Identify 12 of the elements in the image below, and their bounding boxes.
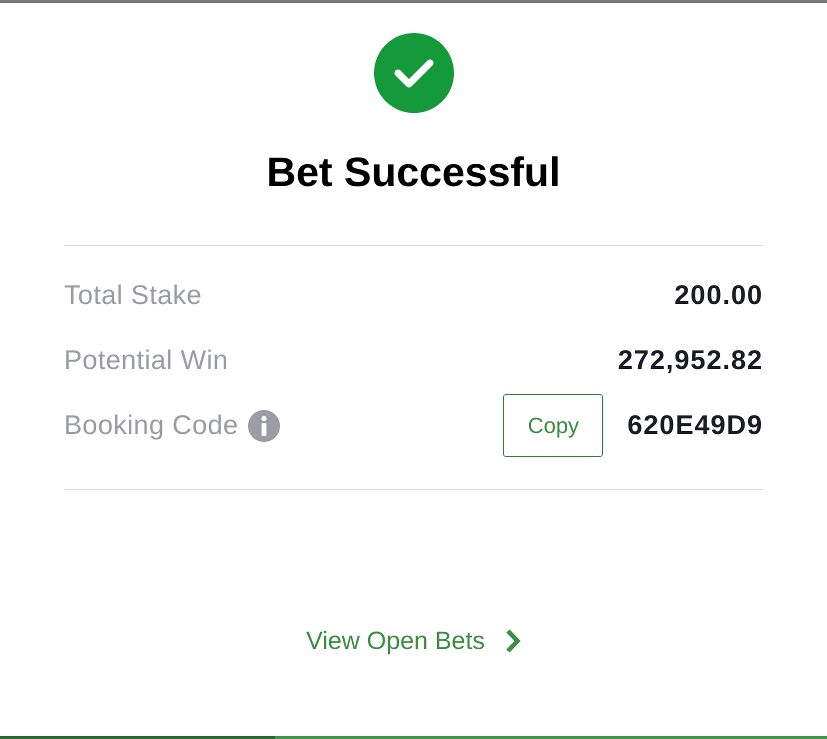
chevron-right-icon [504, 628, 521, 654]
copy-button[interactable]: Copy [503, 394, 604, 457]
success-title: Bet Successful [266, 148, 560, 197]
info-icon[interactable] [248, 410, 280, 442]
detail-label: Total Stake [64, 280, 202, 311]
detail-value: 620E49D9 [627, 410, 763, 441]
detail-label: Booking Code [64, 410, 238, 441]
view-open-bets-link[interactable]: View Open Bets [306, 621, 521, 661]
detail-value: 200.00 [674, 280, 763, 311]
detail-label: Potential Win [64, 345, 228, 376]
detail-value: 272,952.82 [618, 345, 763, 376]
success-check-icon [374, 33, 454, 113]
